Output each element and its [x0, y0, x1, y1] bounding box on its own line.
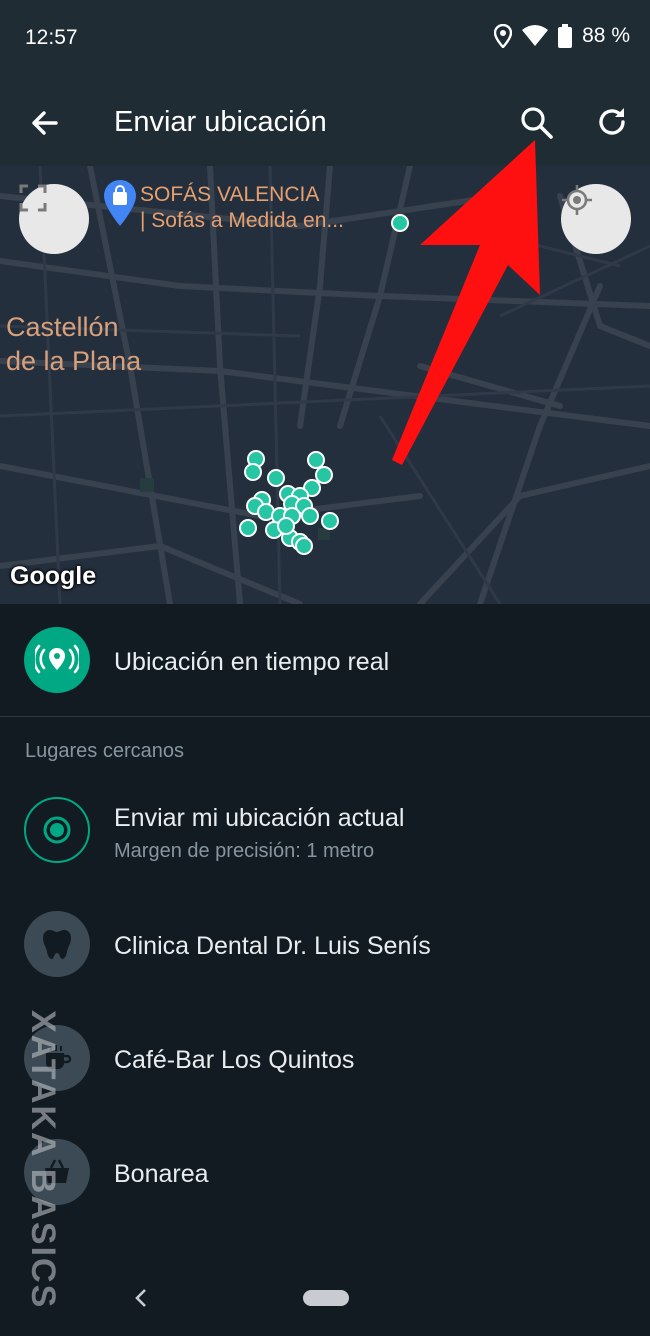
current-location-title: Enviar mi ubicación actual: [114, 804, 405, 832]
current-location-subtitle: Margen de precisión: 1 metro: [114, 840, 375, 862]
back-button[interactable]: [28, 106, 62, 140]
refresh-icon: [599, 108, 625, 135]
place-name: Clinica Dental Dr. Luis Senís: [114, 932, 431, 960]
place-name: Bonarea: [114, 1160, 209, 1188]
battery-percent: 88 %: [582, 24, 630, 47]
refresh-button[interactable]: [594, 104, 630, 140]
live-location-label: Ubicación en tiempo real: [114, 648, 390, 676]
current-location-icon: [43, 816, 71, 844]
annotation-arrow: [392, 140, 540, 465]
tooth-icon: [43, 930, 71, 959]
current-location-row[interactable]: Enviar mi ubicación actual Margen de pre…: [0, 790, 650, 876]
location-status-icon: [494, 24, 513, 48]
place-name: Café-Bar Los Quintos: [114, 1046, 355, 1074]
place-row[interactable]: Bonarea: [0, 1134, 650, 1214]
chevron-left-icon: [135, 1289, 146, 1307]
wifi-icon: [522, 25, 549, 46]
place-row[interactable]: Clinica Dental Dr. Luis Senís: [0, 906, 650, 986]
arrow-left-icon: [32, 111, 58, 135]
nav-home-pill[interactable]: [303, 1290, 349, 1306]
status-time: 12:57: [25, 26, 78, 49]
place-row[interactable]: Café-Bar Los Quintos: [0, 1020, 650, 1100]
google-attribution: Google: [10, 562, 97, 590]
status-icons: 88 %: [494, 24, 630, 48]
watermark: XATAKA BASICS: [24, 1010, 62, 1310]
page-title: Enviar ubicación: [114, 106, 327, 138]
battery-icon: [558, 24, 573, 48]
live-location-row[interactable]: Ubicación en tiempo real: [0, 604, 650, 716]
nearby-header: Lugares cercanos: [25, 740, 184, 762]
live-location-icon: [35, 644, 79, 674]
live-location-avatar: [24, 627, 90, 693]
nav-back-button[interactable]: [130, 1286, 152, 1310]
divider: [0, 716, 650, 717]
current-location-avatar: [24, 797, 90, 863]
place-avatar: [24, 911, 90, 977]
